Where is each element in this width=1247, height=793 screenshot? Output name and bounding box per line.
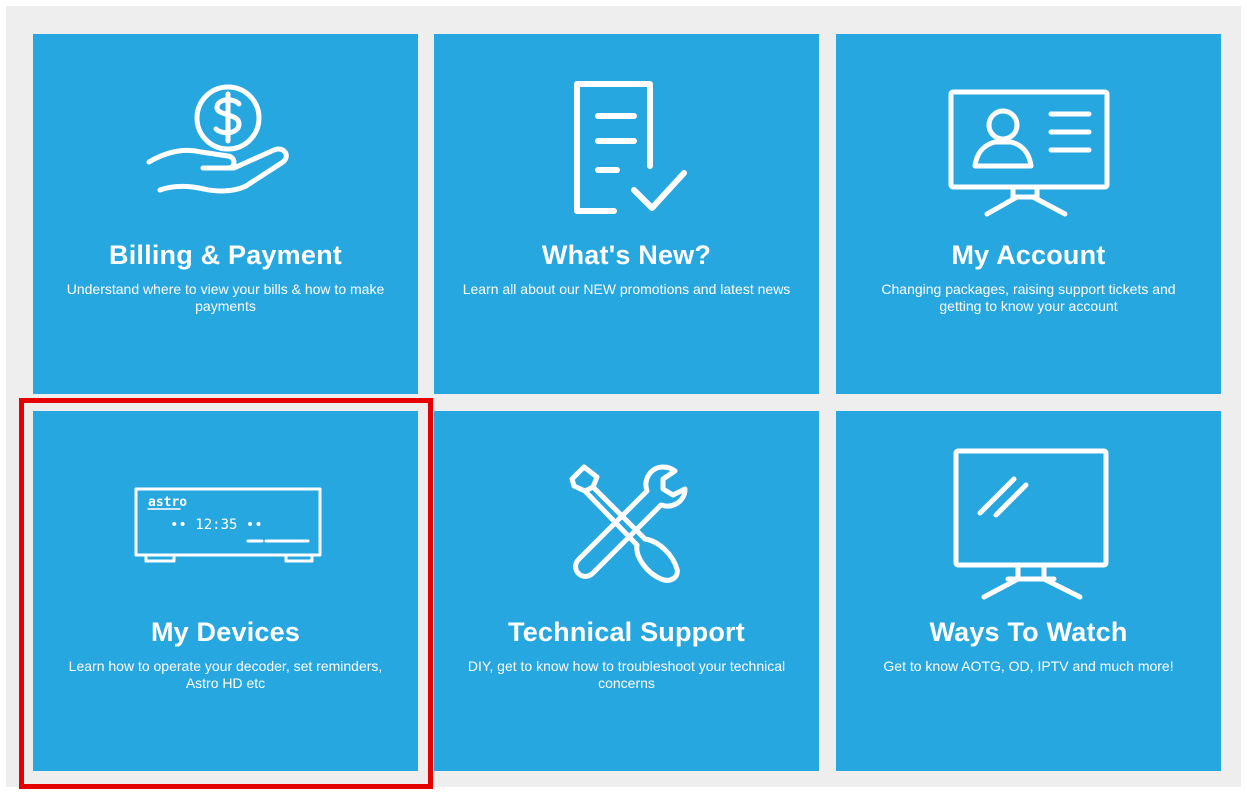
- tile-description: Learn all about our NEW promotions and l…: [462, 281, 791, 297]
- decoder-icon: astro •• 12:35 ••: [33, 411, 418, 611]
- hand-dollar-coin-icon: [33, 34, 418, 234]
- tile-ways-to-watch[interactable]: Ways To Watch Get to know AOTG, OD, IPTV…: [836, 411, 1221, 771]
- tile-my-devices[interactable]: astro •• 12:35 •• My Devices Learn how t…: [33, 411, 418, 771]
- tile-title: My Devices: [150, 617, 301, 647]
- tile-description: Get to know AOTG, OD, IPTV and much more…: [883, 658, 1174, 674]
- tile-description: DIY, get to know how to troubleshoot you…: [467, 658, 786, 691]
- tile-my-account[interactable]: My Account Changing packages, raising su…: [836, 34, 1221, 394]
- tile-billing-payment[interactable]: Billing & Payment Understand where to vi…: [33, 34, 418, 394]
- tile-title: Technical Support: [508, 617, 745, 647]
- monitor-profile-icon: [836, 34, 1221, 234]
- tile-technical-support[interactable]: Technical Support DIY, get to know how t…: [434, 411, 819, 771]
- decoder-time-display: •• 12:35 ••: [170, 517, 263, 533]
- tile-title: What's New?: [541, 240, 712, 270]
- tile-whats-new[interactable]: What's New? Learn all about our NEW prom…: [434, 34, 819, 394]
- tv-icon: [836, 411, 1221, 611]
- tile-description: Changing packages, raising support ticke…: [881, 281, 1176, 314]
- decoder-brand-label: astro: [148, 495, 187, 510]
- tile-title: My Account: [951, 240, 1106, 270]
- document-check-icon: [434, 34, 819, 234]
- wrench-screwdriver-icon: [434, 411, 819, 611]
- tile-description: Understand where to view your bills & ho…: [66, 281, 385, 314]
- tile-title: Ways To Watch: [929, 617, 1128, 647]
- tile-description: Learn how to operate your decoder, set r…: [68, 658, 383, 691]
- tile-title: Billing & Payment: [109, 240, 342, 270]
